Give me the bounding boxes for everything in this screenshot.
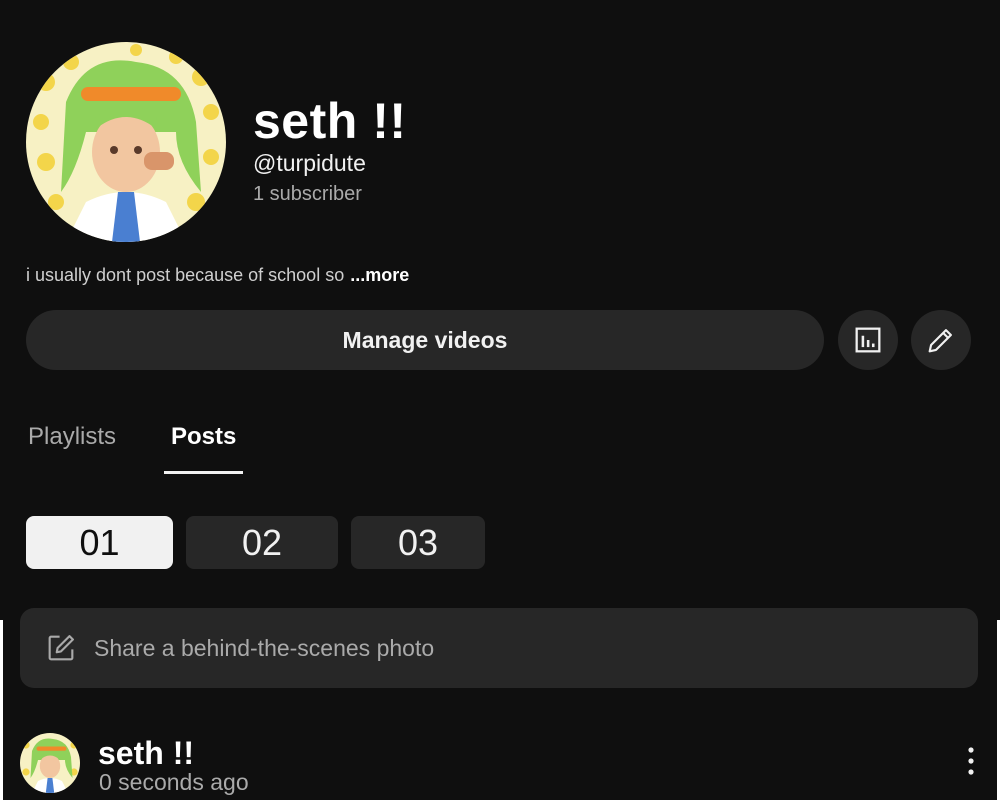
pencil-icon <box>928 329 952 353</box>
edit-square-icon <box>48 635 74 661</box>
more-vertical-icon <box>968 747 974 775</box>
analytics-icon <box>855 327 881 353</box>
avatar-image <box>26 42 226 242</box>
channel-page: seth !! @turpidute 1 subscriber i usuall… <box>0 0 1000 800</box>
filter-chip-01[interactable]: 01 <box>26 516 173 569</box>
left-edge-divider <box>0 620 3 800</box>
post-author-avatar[interactable] <box>20 733 80 793</box>
description-text: i usually dont post because of school so <box>26 265 345 285</box>
post-menu-button[interactable] <box>958 745 984 777</box>
post-author-name: seth !! <box>98 735 194 771</box>
tab-playlists[interactable]: Playlists <box>28 423 116 451</box>
channel-name: seth !! <box>253 93 407 149</box>
active-tab-indicator <box>164 471 243 474</box>
subscriber-count: 1 subscriber <box>253 183 362 205</box>
tab-posts[interactable]: Posts <box>171 423 236 451</box>
filter-chip-02[interactable]: 02 <box>186 516 338 569</box>
post-timestamp: 0 seconds ago <box>99 769 249 795</box>
manage-videos-label: Manage videos <box>342 326 508 353</box>
edit-channel-button[interactable] <box>911 310 971 370</box>
channel-description: i usually dont post because of school so… <box>26 265 409 286</box>
manage-videos-button[interactable]: Manage videos <box>26 310 824 370</box>
channel-handle: @turpidute <box>253 150 366 176</box>
post-composer[interactable]: Share a behind-the-scenes photo <box>20 608 978 688</box>
more-link[interactable]: ...more <box>350 265 409 285</box>
analytics-button[interactable] <box>838 310 898 370</box>
filter-chip-03[interactable]: 03 <box>351 516 485 569</box>
channel-avatar[interactable] <box>26 42 226 242</box>
avatar-image-small <box>20 733 80 793</box>
composer-placeholder: Share a behind-the-scenes photo <box>94 634 435 661</box>
